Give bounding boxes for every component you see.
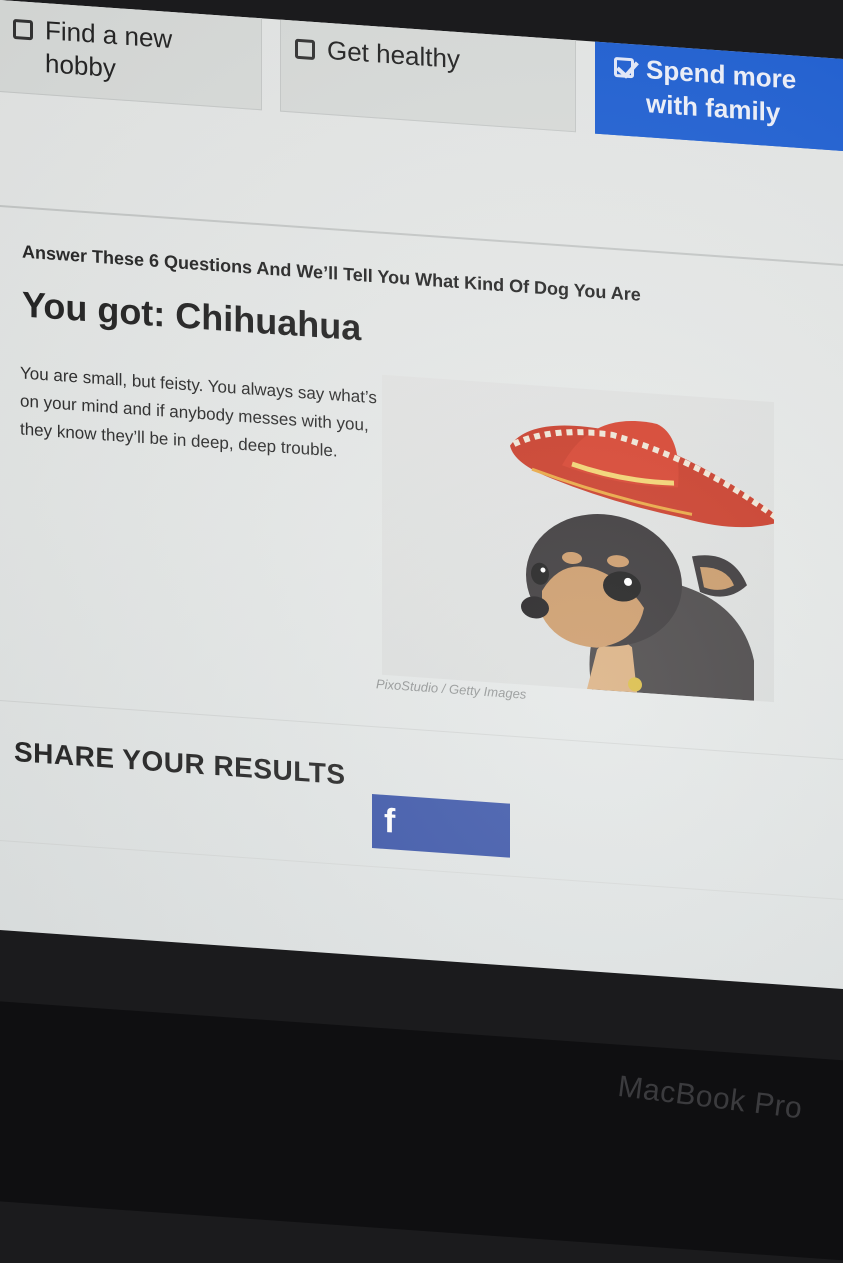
chihuahua-sombrero-illustration	[510, 421, 774, 701]
checkbox-icon[interactable]	[13, 18, 33, 41]
option-label-line: Find a new	[45, 15, 173, 55]
result-description: You are small, but feisty. You always sa…	[20, 363, 377, 461]
option-label-line: with family	[646, 88, 781, 128]
option-label: Get healthy	[327, 34, 460, 75]
checkbox-icon[interactable]	[295, 38, 315, 61]
option-label-row: Spend more with family	[614, 50, 796, 131]
share-results-label: SHARE YOUR RESULTS	[14, 735, 346, 791]
image-credit: Via AleksandarNakic / Get...	[13, 0, 253, 15]
chihuahua-photo	[382, 374, 774, 703]
facebook-share-button[interactable]: f	[372, 794, 510, 858]
facebook-icon: f	[384, 801, 396, 841]
image-credit: Via kieferpix / Getty Images	[299, 0, 567, 37]
option-label-row: Find a new hobby	[13, 12, 172, 89]
option-label: Find a new hobby	[45, 14, 172, 89]
option-label: Spend more with family	[646, 52, 796, 131]
device-brand-label: MacBook Pro	[615, 1070, 805, 1126]
option-label-line: hobby	[45, 48, 116, 84]
option-label-line: Spend more	[646, 54, 797, 95]
option-tile-get-healthy[interactable]: Via kieferpix / Getty Images Get healthy	[280, 0, 576, 133]
image-credit: Via nd3000 / Getty	[618, 14, 843, 57]
result-heading: You got: Chihuahua	[22, 283, 362, 349]
laptop-screen: Via AleksandarNakic / Get... Find a new …	[0, 0, 843, 989]
option-tile-find-hobby[interactable]: Via AleksandarNakic / Get... Find a new …	[0, 0, 262, 111]
option-label-row: Get healthy	[295, 32, 460, 77]
option-tile-spend-family[interactable]: Via nd3000 / Getty Spend more with famil…	[595, 11, 843, 153]
checked-checkbox-icon[interactable]	[614, 56, 634, 79]
bezel-bottom	[0, 1000, 843, 1263]
